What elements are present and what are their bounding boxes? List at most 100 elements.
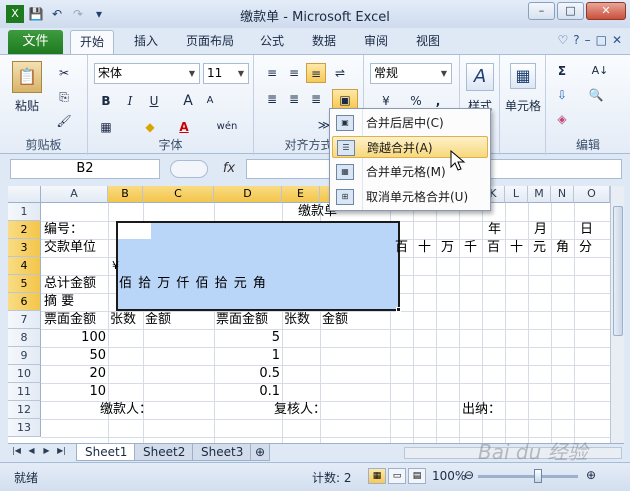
autosum-icon[interactable]: Σ [552,61,572,81]
phonetic-icon[interactable]: wén [212,117,242,137]
unit-cell[interactable]: 千 [464,239,477,257]
format-painter-icon[interactable]: 🖌 [54,111,74,131]
ribbon-minimize-icon[interactable]: ♡ [557,33,568,47]
worksheet-grid[interactable]: A B C D E F G H I J K L M N O 1 2 3 4 5 … [8,186,610,443]
unit-cell[interactable]: 分 [579,239,592,257]
label-payer[interactable]: 缴款人： [100,401,152,419]
insert-sheet-icon[interactable]: ⊕ [250,444,271,461]
row-header[interactable]: 2 [8,221,41,239]
minimize-button[interactable]: – [528,2,555,20]
paste-button[interactable]: 粘贴 [8,97,46,114]
column-header[interactable]: O [574,186,610,203]
row-header[interactable]: 9 [8,347,41,365]
font-name-combo[interactable]: 宋体 ▼ [94,63,200,84]
insert-function-icon[interactable]: fx [214,158,244,180]
scroll-thumb[interactable] [613,206,623,336]
align-left-icon[interactable]: ≣ [262,89,282,109]
last-sheet-icon[interactable]: ▶| [55,446,68,455]
underline-button[interactable]: U [144,91,164,111]
maximize-button[interactable]: □ [557,2,584,20]
zoom-level[interactable]: 100% [432,469,466,483]
row-header[interactable]: 4 [8,257,41,275]
prev-sheet-icon[interactable]: ◀ [25,446,38,455]
row-header[interactable]: 10 [8,365,41,383]
merge-button[interactable]: ▣ [332,89,358,109]
cells-icon[interactable]: ▦ [510,63,536,89]
bold-button[interactable]: B [96,91,116,111]
border-icon[interactable]: ▦ [96,117,116,137]
help-icon[interactable]: ? [573,33,579,47]
font-color-icon[interactable]: A [174,117,194,137]
italic-button[interactable]: I [120,91,140,111]
paste-icon[interactable]: 📋 [12,61,42,93]
normal-view-icon[interactable]: ▦ [368,468,386,484]
unit-cell[interactable]: 百 [487,239,500,257]
align-middle-icon[interactable]: ≡ [284,63,304,83]
tab-formulas[interactable]: 公式 [252,30,292,54]
unit-cell[interactable]: 角 [556,239,569,257]
face-value-cell[interactable]: 20 [42,365,106,383]
select-all-corner[interactable] [8,186,41,203]
column-header[interactable]: N [551,186,574,203]
number-format-combo[interactable]: 常规 ▼ [370,63,452,84]
doc-close-icon[interactable]: ✕ [612,33,622,47]
row-header[interactable]: 8 [8,329,41,347]
fill-color-icon[interactable]: ◆ [140,117,160,137]
unit-cell[interactable]: 万 [441,239,454,257]
shrink-font-button[interactable]: A [200,91,220,111]
column-header[interactable]: A [41,186,108,203]
fill-icon[interactable]: ⇩ [552,85,572,105]
chevron-down-icon[interactable]: ▼ [234,64,248,83]
zoom-out-icon[interactable]: ⊖ [464,468,474,482]
face-value-cell[interactable]: 100 [42,329,106,347]
grow-font-button[interactable]: A [178,91,198,111]
active-cell[interactable] [118,223,151,239]
label-year[interactable]: 年 [488,221,501,239]
first-sheet-icon[interactable]: |◀ [10,446,23,455]
fill-handle[interactable] [396,307,401,312]
menu-item-merge-center[interactable]: ▣ 合并后居中(C) [332,112,488,134]
vertical-scrollbar[interactable] [610,186,624,443]
column-header[interactable]: M [528,186,551,203]
font-size-combo[interactable]: 11 ▼ [203,63,249,84]
page-break-view-icon[interactable]: ▤ [408,468,426,484]
copy-icon[interactable]: ⎘ [54,87,74,107]
zoom-slider[interactable] [478,475,578,478]
label-number[interactable]: 编号： [44,221,83,239]
sort-filter-icon[interactable]: A↓ [586,61,614,81]
face-value-cell[interactable]: 0.1 [215,383,280,401]
chevron-down-icon[interactable]: ▼ [437,64,451,83]
label-payer-unit[interactable]: 交款单位 [44,239,96,257]
column-header[interactable]: L [505,186,528,203]
header-amount[interactable]: 金额 [145,311,171,329]
tab-home[interactable]: 开始 [70,30,114,54]
row-header[interactable]: 13 [8,419,41,437]
column-header[interactable]: E [282,186,320,203]
cells-label[interactable]: 单元格 [500,97,546,114]
cut-icon[interactable]: ✂ [54,63,74,83]
amount-units[interactable]: 佰 拾 万 仟 佰 拾 元 角 [119,275,267,293]
clear-icon[interactable]: ◈ [552,109,572,129]
align-bottom-icon[interactable]: ≡ [306,63,326,83]
unit-cell[interactable]: 元 [533,239,546,257]
tab-data[interactable]: 数据 [304,30,344,54]
zoom-in-icon[interactable]: ⊕ [586,468,596,482]
header-face-value[interactable]: 票面金额 [216,311,268,329]
row-header[interactable]: 1 [8,203,41,221]
align-top-icon[interactable]: ≡ [262,63,282,83]
sheet-tab-sheet2[interactable]: Sheet2 [134,444,195,461]
chevron-down-icon[interactable]: ▼ [185,64,199,83]
unit-cell[interactable]: 十 [510,239,523,257]
label-total-amount[interactable]: 总计金额 [44,275,96,293]
sheet-tab-sheet1[interactable]: Sheet1 [76,444,137,461]
file-tab[interactable]: 文件 [8,30,63,54]
unit-cell[interactable]: 百 [395,239,408,257]
selected-range[interactable] [116,221,400,311]
page-layout-view-icon[interactable]: ▭ [388,468,406,484]
column-header[interactable]: D [214,186,282,203]
tab-review[interactable]: 审阅 [356,30,396,54]
face-value-cell[interactable]: 50 [42,347,106,365]
header-amount[interactable]: 金额 [322,311,348,329]
close-button[interactable]: ✕ [586,2,626,20]
align-center-icon[interactable]: ≣ [284,89,304,109]
